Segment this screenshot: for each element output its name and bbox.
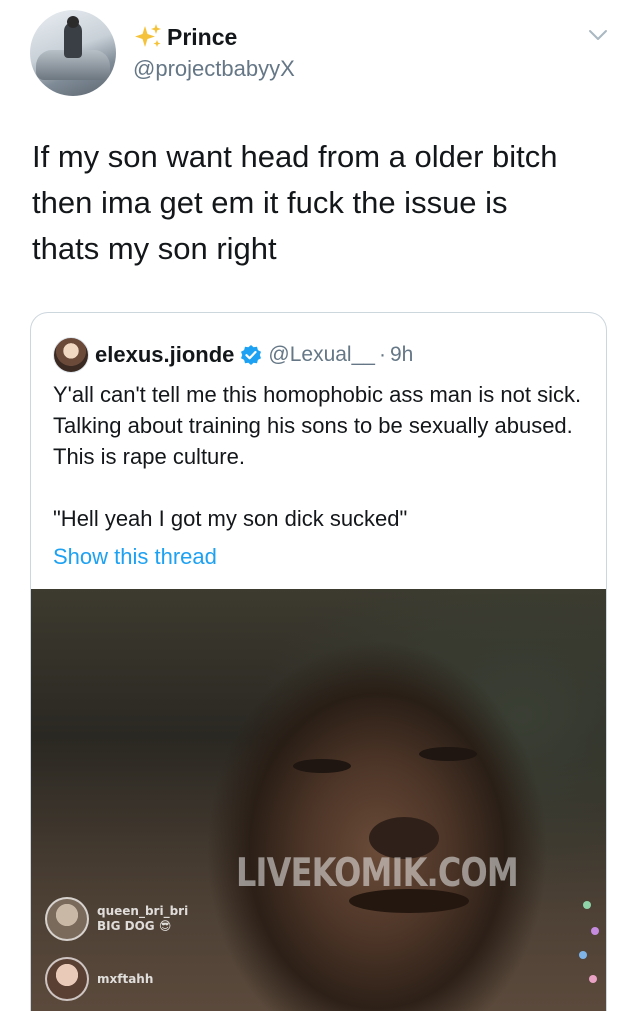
author-display-name-row[interactable]: Prince xyxy=(133,22,295,52)
quoted-tweet-body: Y'all can't tell me this homophobic ass … xyxy=(53,379,583,534)
comment-user: queen_bri_bri xyxy=(97,904,189,918)
floating-heart xyxy=(583,901,591,909)
comment-avatar xyxy=(45,957,89,1001)
quoted-separator: · xyxy=(378,343,386,366)
author-handle[interactable]: @projectbabyyX xyxy=(133,54,295,84)
quoted-author-avatar xyxy=(53,337,89,373)
quoted-author-name: elexus.jionde xyxy=(95,342,235,367)
video-face-eye-left xyxy=(293,759,351,773)
sparkles-icon xyxy=(135,24,161,47)
comment-text: BIG DOG 😎 xyxy=(97,919,172,933)
verified-badge-icon xyxy=(241,345,262,365)
tweet-text: If my son want head from a older bitch t… xyxy=(32,139,558,266)
video-watermark: LIVEKOMIK.COM xyxy=(236,851,519,896)
chevron-down-icon[interactable] xyxy=(588,28,608,42)
tweet: Prince @projectbabyyX If my son want hea… xyxy=(0,0,637,1011)
avatar-head xyxy=(67,16,79,28)
live-comment: queen_bri_bri BIG DOG 😎 xyxy=(45,897,188,941)
quoted-timestamp: 9h xyxy=(389,343,414,366)
floating-heart xyxy=(579,951,587,959)
floating-heart xyxy=(591,927,599,935)
quoted-tweet[interactable]: elexus.jionde @Lexual__ · 9h Y'all can't… xyxy=(30,312,607,1011)
show-thread-link[interactable]: Show this thread xyxy=(53,541,217,572)
video-face-eye-right xyxy=(419,747,477,761)
quoted-tweet-header: elexus.jionde @Lexual__ · 9h xyxy=(53,337,413,373)
quoted-video[interactable]: LIVEKOMIK.COM queen_bri_bri BIG DOG 😎 mx… xyxy=(31,589,606,1011)
author-avatar[interactable] xyxy=(30,10,116,96)
quoted-author-handle: @Lexual__ xyxy=(268,343,375,366)
author-display-name: Prince xyxy=(167,24,238,50)
comment-avatar xyxy=(45,897,89,941)
quoted-paragraph-1: Y'all can't tell me this homophobic ass … xyxy=(53,382,582,469)
quoted-paragraph-2: "Hell yeah I got my son dick sucked" xyxy=(53,506,408,531)
comment-user: mxftahh xyxy=(97,971,154,986)
live-comment: mxftahh xyxy=(45,957,153,1001)
floating-heart xyxy=(589,975,597,983)
author-info: Prince @projectbabyyX xyxy=(133,22,295,84)
